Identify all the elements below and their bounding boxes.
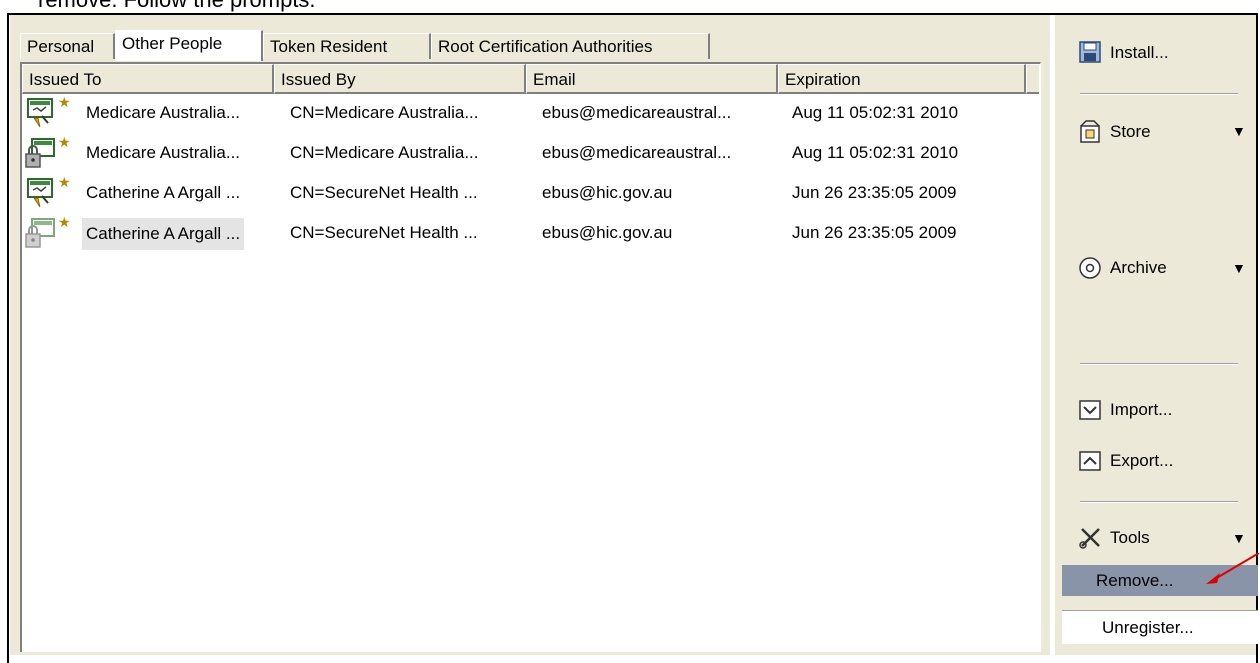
floppy-disk-icon [1079,41,1101,63]
new-cert-star-icon: ★ [58,214,71,230]
cell-expiration: Jun 26 23:35:05 2009 [792,183,957,202]
store-label: Store [1110,122,1151,141]
cert-encryption-icon [25,138,55,168]
store-dropdown-arrow-icon[interactable]: ▼ [1232,123,1246,139]
tab-root-certification-authorities[interactable]: Root Certification Authorities [431,33,710,59]
cell-issued-by: CN=Medicare Australia... [290,143,479,162]
tools-icon [1079,528,1100,549]
cell-expiration: Aug 11 05:02:31 2010 [792,103,959,122]
cell-expiration: Aug 11 05:02:31 2010 [792,143,959,162]
archive-label: Archive [1110,258,1167,277]
export-button[interactable]: Export... [1078,445,1173,477]
column-header-expiration[interactable]: Expiration [778,64,1026,94]
cell-email: ebus@medicareaustral... [542,103,732,122]
new-cert-star-icon: ★ [58,94,71,110]
import-icon [1079,400,1101,420]
import-button[interactable]: Import... [1078,394,1172,426]
tools-button[interactable]: Tools [1078,522,1150,554]
cell-issued-to: Medicare Australia... [86,103,241,122]
column-header-issued-to[interactable]: Issued To [22,64,274,94]
separator [1080,93,1238,95]
tab-personal[interactable]: Personal [20,33,115,59]
cell-issued-to: Catherine A Argall ... [86,183,241,202]
install-button[interactable]: Install... [1078,37,1169,69]
tools-menu-unregister[interactable]: Unregister... [1062,610,1258,644]
instruction-caption: remove. Follow the prompts. [38,0,316,13]
cell-email: ebus@hic.gov.au [542,223,673,242]
list-header: Issued To Issued By Email Expiration [22,64,1039,94]
separator [1080,363,1238,365]
cell-expiration: Jun 26 23:35:05 2009 [792,223,957,242]
store-button[interactable]: Store [1078,116,1151,148]
archive-dropdown-arrow-icon[interactable]: ▼ [1232,260,1246,276]
cell-email: ebus@hic.gov.au [542,183,673,202]
table-row[interactable]: ★ Catherine A Argall ... CN=SecureNet He… [22,174,1022,214]
cell-issued-by: CN=Medicare Australia... [290,103,479,122]
table-row[interactable]: ★ Medicare Australia... CN=Medicare Aust… [22,94,1022,134]
separator [1080,501,1238,503]
column-header-issued-by[interactable]: Issued By [274,64,526,94]
column-header-email[interactable]: Email [526,64,778,94]
column-header-filler [1026,64,1039,94]
install-label: Install... [1110,43,1169,62]
cell-issued-by: CN=SecureNet Health ... [290,223,478,242]
cert-signing-icon [27,178,53,208]
tools-dropdown-arrow-icon[interactable]: ▼ [1232,530,1246,546]
store-icon [1080,120,1100,143]
cell-email: ebus@medicareaustral... [542,143,732,162]
pointer-arrow-icon [1206,553,1260,584]
export-icon [1079,451,1101,471]
table-row-selected[interactable]: ★ Catherine A Argall ... CN=SecureNet He… [22,214,1022,254]
cell-issued-by: CN=SecureNet Health ... [290,183,478,202]
archive-button[interactable]: Archive [1078,252,1167,284]
tab-token-resident[interactable]: Token Resident [263,33,431,59]
tab-other-people[interactable]: Other People [115,30,263,61]
table-row[interactable]: ★ Medicare Australia... CN=Medicare Aust… [22,134,1022,174]
new-cert-star-icon: ★ [58,134,71,150]
archive-disc-icon [1079,257,1101,279]
certificate-manager-window: Personal Other People Token Resident Roo… [7,13,1258,663]
certificate-main-area: Personal Other People Token Resident Roo… [10,15,1050,655]
cell-issued-to: Catherine A Argall ... [82,218,245,250]
certificate-list: Issued To Issued By Email Expiration ★ M… [20,62,1041,652]
import-label: Import... [1110,400,1173,419]
tools-label: Tools [1110,528,1150,547]
cert-signing-icon [27,98,53,128]
export-label: Export... [1110,451,1174,470]
cert-encryption-icon [25,218,55,248]
new-cert-star-icon: ★ [58,174,71,190]
cell-issued-to: Medicare Australia... [86,143,241,162]
